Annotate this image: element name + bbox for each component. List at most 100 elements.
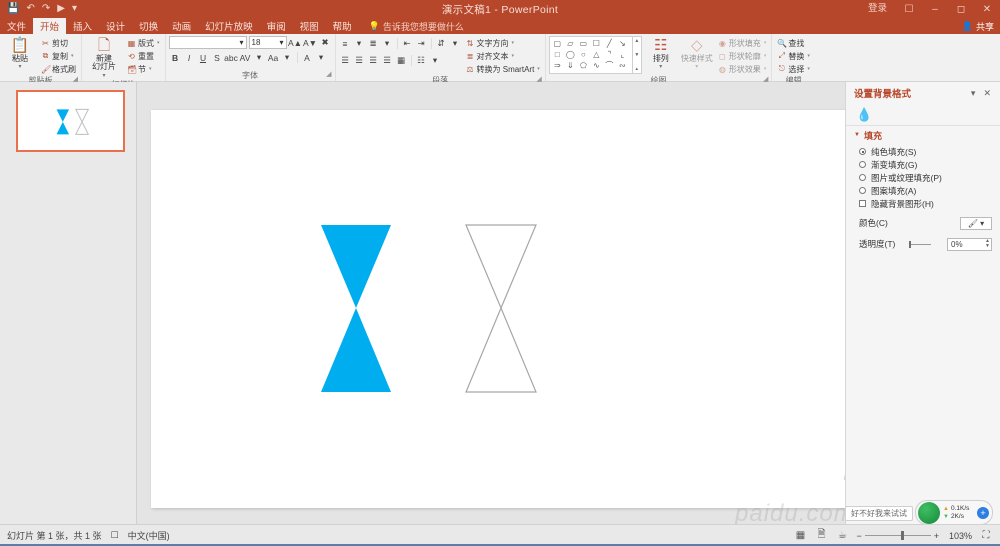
- align-text-button[interactable]: ≣ 对齐文本 ▾: [464, 50, 542, 62]
- ribbon-display-options-icon[interactable]: ☐: [896, 0, 922, 18]
- cut-button[interactable]: ✂ 剪切: [39, 37, 78, 49]
- normal-view-icon[interactable]: ▦: [793, 530, 807, 541]
- text-columns-button[interactable]: ☷: [415, 54, 428, 67]
- scroll-down-icon[interactable]: ▼: [634, 52, 639, 58]
- increase-font-size-icon[interactable]: A▲: [288, 36, 302, 49]
- decrease-indent-button[interactable]: ⇤: [401, 37, 414, 50]
- radio-picture-fill[interactable]: [859, 174, 866, 181]
- zoom-slider-track[interactable]: [864, 531, 931, 540]
- shape-textbox-icon[interactable]: ☐: [590, 38, 603, 49]
- shape-right-arrow-icon[interactable]: ⇒: [551, 60, 564, 71]
- shape-oval-icon[interactable]: ◯: [564, 49, 577, 60]
- radio-solid-fill[interactable]: [859, 148, 866, 155]
- option-hide-background-graphics[interactable]: 隐藏背景图形(H): [846, 198, 1000, 209]
- tab-view[interactable]: 视图: [293, 18, 326, 34]
- pane-menu-icon[interactable]: ▾: [967, 88, 980, 99]
- zoom-control[interactable]: − +: [856, 531, 939, 541]
- shape-circle-icon[interactable]: ○: [577, 49, 590, 60]
- spinner-down-icon[interactable]: ▼: [985, 244, 990, 249]
- shape-arc-icon[interactable]: ⌒: [603, 60, 616, 71]
- reset-button[interactable]: ⟲ 重置: [125, 50, 162, 62]
- convert-to-smartart-button[interactable]: ⚖ 转换为 SmartArt ▾: [464, 63, 542, 75]
- reading-view-icon[interactable]: ☕: [835, 530, 849, 541]
- align-left-button[interactable]: ☰: [339, 54, 352, 67]
- close-icon[interactable]: ✕: [979, 88, 995, 99]
- slide-sorter-icon[interactable]: 🗎: [814, 527, 828, 544]
- increase-indent-button[interactable]: ⇥: [415, 37, 428, 50]
- italic-button[interactable]: I: [183, 51, 196, 64]
- sign-in-button[interactable]: 登录: [859, 0, 896, 18]
- zoom-slider-knob[interactable]: [900, 531, 904, 540]
- font-size-combobox[interactable]: 18 ▾: [248, 36, 287, 49]
- shape-parallelogram-icon[interactable]: ▱: [564, 38, 577, 49]
- paste-button[interactable]: 📋 粘贴 ▾: [3, 36, 37, 71]
- line-spacing-button[interactable]: ⇵: [435, 37, 448, 50]
- minimize-icon[interactable]: –: [922, 0, 948, 18]
- fill-section-header[interactable]: ▼ 填充: [846, 126, 1000, 144]
- chevron-down-icon[interactable]: ▾: [353, 37, 366, 50]
- align-center-button[interactable]: ☰: [353, 54, 366, 67]
- text-direction-button[interactable]: ⇅ 文字方向 ▾: [464, 37, 542, 49]
- language-label[interactable]: 中文(中国): [128, 529, 170, 542]
- chevron-down-icon[interactable]: ▾: [253, 51, 266, 64]
- shape-triangle-icon[interactable]: △: [590, 49, 603, 60]
- justify-button[interactable]: ☰: [381, 54, 394, 67]
- shape-curve-icon[interactable]: ∿: [590, 60, 603, 71]
- columns-button[interactable]: ▦: [395, 54, 408, 67]
- scroll-up-icon[interactable]: ▲: [634, 38, 639, 44]
- hourglass-outline-shape[interactable]: [465, 224, 537, 393]
- radio-pattern-fill[interactable]: [859, 187, 866, 194]
- tab-slideshow[interactable]: 幻灯片放映: [198, 18, 260, 34]
- shape-line-icon[interactable]: ╱: [603, 38, 616, 49]
- section-button[interactable]: 🗃 节 ▾: [125, 63, 162, 75]
- fill-bucket-icon[interactable]: 💧: [856, 107, 872, 123]
- chevron-down-icon[interactable]: ▾: [429, 54, 442, 67]
- copy-button[interactable]: ⧉ 复制 ▾: [39, 50, 78, 62]
- new-slide-button[interactable]: 🗋 新建 幻灯片 ▾: [85, 36, 123, 79]
- tell-me-search[interactable]: 💡 告诉我您想要做什么: [359, 18, 464, 34]
- decrease-font-size-icon[interactable]: A▼: [303, 36, 317, 49]
- option-picture-texture-fill[interactable]: 图片或纹理填充(P): [846, 172, 1000, 183]
- character-spacing-button[interactable]: AV: [239, 51, 252, 64]
- fit-to-window-icon[interactable]: ⛶: [979, 530, 993, 541]
- shape-connector-icon[interactable]: ⌞: [616, 49, 629, 60]
- shape-outline-button[interactable]: ◻ 形状轮廓 ▾: [716, 50, 769, 62]
- shapes-gallery[interactable]: ▢ ▱ ▭ ☐ ╱ ↘ □ ◯ ○ △ ⌝ ⌞ ⇒ ⇓ ⬠ ∿ ⌒ ∾: [548, 36, 633, 74]
- replace-button[interactable]: ⤢ 替换 ▾: [775, 50, 812, 62]
- tab-design[interactable]: 设计: [99, 18, 132, 34]
- clear-formatting-icon[interactable]: ✖: [319, 36, 332, 49]
- chevron-down-icon[interactable]: ▾: [281, 51, 294, 64]
- font-name-combobox[interactable]: ▾: [168, 36, 247, 49]
- tab-animations[interactable]: 动画: [165, 18, 198, 34]
- strikethrough-button[interactable]: abc: [224, 51, 238, 64]
- shape-effects-button[interactable]: ◍ 形状效果 ▾: [716, 63, 769, 75]
- shape-rect-icon[interactable]: ▭: [577, 38, 590, 49]
- chevron-down-icon[interactable]: ▾: [381, 37, 394, 50]
- tab-insert[interactable]: 插入: [66, 18, 99, 34]
- underline-button[interactable]: U: [197, 51, 210, 64]
- shape-square-icon[interactable]: □: [551, 49, 564, 60]
- tab-help[interactable]: 帮助: [326, 18, 359, 34]
- tab-file[interactable]: 文件: [0, 18, 33, 34]
- change-case-button[interactable]: Aa: [267, 51, 280, 64]
- slide-canvas[interactable]: [151, 110, 858, 508]
- shape-arrow-icon[interactable]: ↘: [616, 38, 629, 49]
- transparency-slider[interactable]: [909, 240, 931, 248]
- arrange-button[interactable]: ☷ 排列 ▾: [644, 36, 678, 71]
- transparency-spinner[interactable]: 0% ▲ ▼: [947, 237, 992, 251]
- slide-thumbnail-pane[interactable]: [0, 82, 137, 524]
- tab-home[interactable]: 开始: [33, 18, 67, 34]
- bullets-button[interactable]: ≡: [339, 37, 352, 50]
- add-icon[interactable]: +: [977, 506, 989, 519]
- option-solid-fill[interactable]: 纯色填充(S): [846, 146, 1000, 157]
- shadow-button[interactable]: S: [211, 51, 224, 64]
- font-color-button[interactable]: A: [301, 51, 314, 64]
- zoom-level-label[interactable]: 103%: [946, 531, 972, 541]
- shape-elbow-icon[interactable]: ⌝: [603, 49, 616, 60]
- slide-thumbnail-1[interactable]: [16, 90, 125, 152]
- spinner-arrows[interactable]: ▲ ▼: [985, 239, 990, 250]
- restore-icon[interactable]: ◻: [948, 0, 974, 18]
- chevron-down-icon[interactable]: ▾: [449, 37, 462, 50]
- shape-down-arrow-icon[interactable]: ⇓: [564, 60, 577, 71]
- zoom-in-button[interactable]: +: [934, 531, 939, 541]
